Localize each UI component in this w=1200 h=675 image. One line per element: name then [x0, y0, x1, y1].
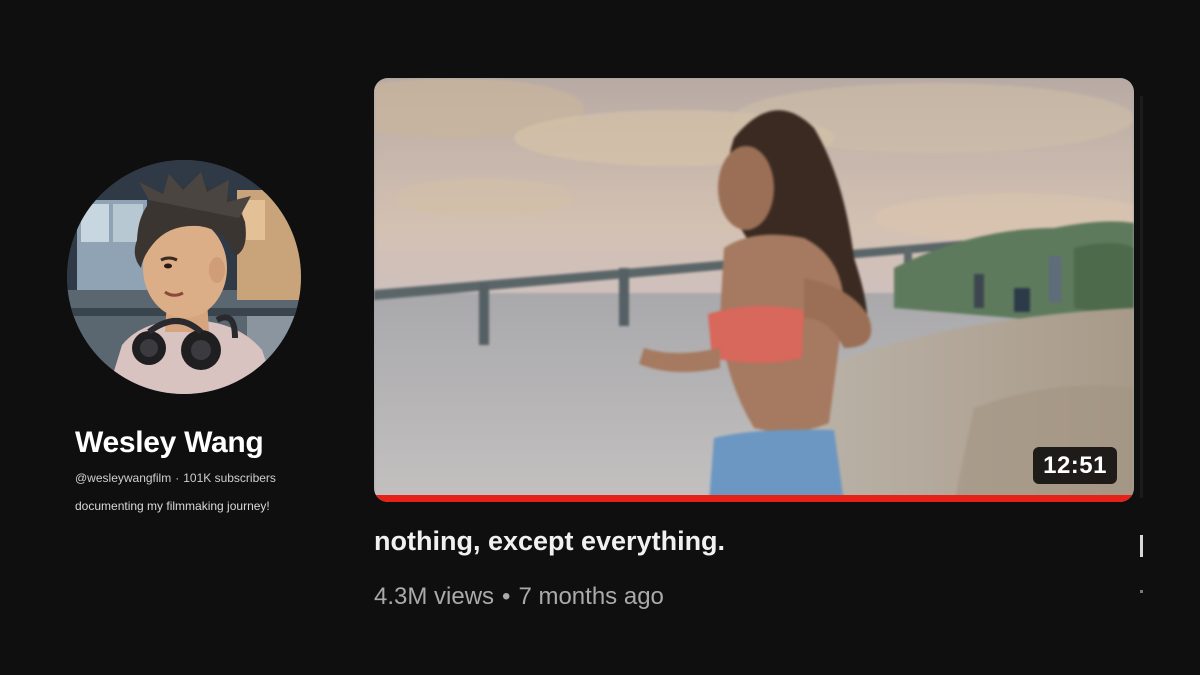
channel-name[interactable]: Wesley Wang: [75, 426, 264, 460]
thumbnail-image: [374, 78, 1134, 502]
duration-badge: 12:51: [1033, 447, 1117, 484]
meta-separator: ·: [175, 471, 180, 485]
channel-avatar[interactable]: [67, 160, 301, 394]
channel-handle[interactable]: @wesleywangfilm: [75, 471, 171, 485]
channel-meta: @wesleywangfilm · 101K subscribers: [75, 471, 276, 485]
watch-progress-bar: [374, 495, 1134, 502]
next-video-title-edge: [1140, 535, 1143, 557]
channel-description[interactable]: documenting my filmmaking journey!: [75, 499, 270, 513]
video-title[interactable]: nothing, except everything.: [374, 526, 725, 557]
meta-dot: •: [502, 583, 511, 610]
upload-age: 7 months ago: [518, 583, 664, 610]
video-meta: 4.3M views • 7 months ago: [374, 583, 664, 611]
watch-progress-fill: [374, 495, 1134, 502]
next-video-meta-edge: [1140, 590, 1143, 593]
featured-video-card: 12:51 nothing, except everything. 4.3M v…: [374, 78, 1134, 610]
subscriber-count: 101K subscribers: [183, 471, 276, 485]
next-video-card-edge: [1140, 96, 1143, 498]
view-count: 4.3M views: [374, 583, 495, 610]
video-thumbnail[interactable]: 12:51: [374, 78, 1134, 502]
avatar-photo: [67, 160, 301, 394]
